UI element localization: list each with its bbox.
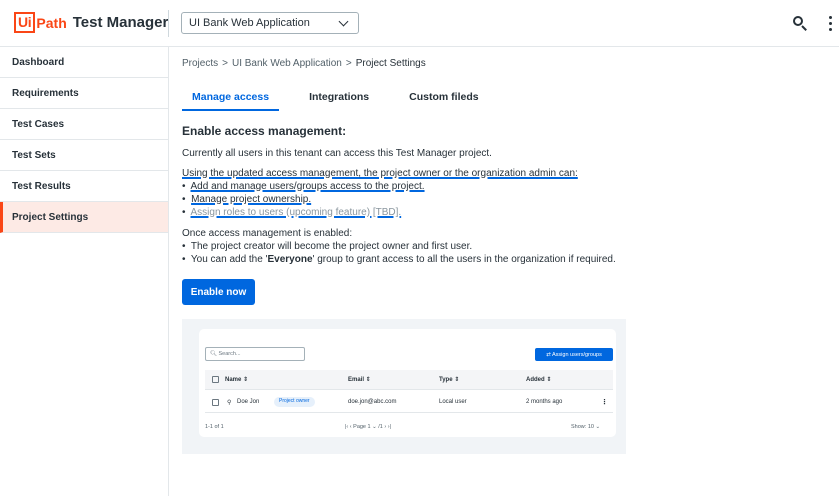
- preview-assign-button: ⇄ Assign users/groups: [535, 348, 613, 361]
- preview-table-header: Name ⇕ Email ⇕ Type ⇕ Added ⇕: [205, 370, 613, 390]
- once-bullet-text: You can add the 'Everyone' group to gran…: [190, 254, 616, 265]
- bullet-text: Assign roles to users (upcoming feature)…: [190, 207, 402, 218]
- column-header: Name ⇕: [225, 377, 249, 383]
- breadcrumb-projects[interactable]: Projects: [182, 58, 218, 69]
- tab-custom-fields[interactable]: Custom fileds: [399, 88, 488, 111]
- enable-now-button[interactable]: Enable now: [182, 279, 255, 305]
- app-name: Test Manager: [72, 14, 169, 31]
- bullet-text: Manage project ownership.: [191, 194, 312, 205]
- row-added: 2 months ago: [526, 399, 563, 405]
- sidebar: Dashboard Requirements Test Cases Test S…: [0, 47, 169, 496]
- once-bullet: • The project creator will become the pr…: [182, 241, 473, 252]
- sidebar-item-test-results[interactable]: Test Results: [0, 171, 168, 202]
- tab-manage-access[interactable]: Manage access: [182, 88, 280, 111]
- row-more-icon: ⋮: [601, 399, 608, 406]
- bullet-item: • Manage project ownership.: [182, 194, 312, 205]
- sidebar-item-test-cases[interactable]: Test Cases: [0, 109, 168, 140]
- preview-image: 🔍︎ Search... ⇄ Assign users/groups Name …: [182, 319, 626, 454]
- once-title: Once access management is enabled:: [182, 228, 353, 239]
- breadcrumb: Projects > UI Bank Web Application > Project…: [182, 58, 426, 69]
- checkbox-icon: [212, 399, 219, 406]
- owner-badge: Project owner: [274, 397, 315, 407]
- table-row: ⚲ Doe Jon Project owner doe.jon@abc.com …: [205, 393, 613, 413]
- everyone-emphasis: Everyone: [267, 254, 313, 265]
- bullet-item: • Add and manage users/groups access to …: [182, 181, 425, 192]
- settings-tabs: Manage access Integrations Custom fileds: [182, 88, 509, 111]
- uipath-logo[interactable]: Ui Path Test Manager: [14, 12, 168, 33]
- tab-integrations[interactable]: Integrations: [299, 88, 379, 111]
- section-heading: Enable access management:: [182, 124, 347, 138]
- row-name: Doe Jon: [237, 399, 260, 405]
- project-selector-value: UI Bank Web Application: [189, 17, 310, 29]
- column-header: Added ⇕: [526, 377, 552, 383]
- project-selector[interactable]: UI Bank Web Application: [181, 12, 359, 34]
- breadcrumb-current: Project Settings: [355, 58, 426, 69]
- preview-search-input: 🔍︎ Search...: [205, 347, 305, 361]
- row-type: Local user: [439, 399, 467, 405]
- sidebar-item-label: Test Sets: [12, 149, 56, 161]
- sidebar-item-label: Requirements: [12, 87, 79, 99]
- once-bullet: • You can add the 'Everyone' group to gr…: [182, 254, 616, 265]
- sidebar-item-dashboard[interactable]: Dashboard: [0, 47, 168, 78]
- once-bullet-text: The project creator will become the proj…: [190, 241, 473, 252]
- sidebar-item-label: Dashboard: [12, 56, 65, 68]
- sidebar-item-project-settings[interactable]: Project Settings: [0, 202, 168, 233]
- checkbox-icon: [212, 376, 219, 383]
- sidebar-item-label: Test Results: [12, 180, 71, 192]
- column-header: Email ⇕: [348, 377, 371, 383]
- logo-mark: Ui: [14, 12, 36, 33]
- user-icon: ⚲: [227, 400, 232, 406]
- column-header: Type ⇕: [439, 377, 460, 383]
- pagination-pager: |‹ ‹ Page 1 ⌄ /1 › ›|: [345, 424, 391, 430]
- row-email: doe.jon@abc.com: [348, 399, 397, 405]
- preview-search-placeholder: Search...: [218, 351, 241, 357]
- breadcrumb-separator: >: [222, 58, 228, 69]
- top-bar: Ui Path Test Manager UI Bank Web Applica…: [0, 0, 839, 47]
- breadcrumb-project[interactable]: UI Bank Web Application: [232, 58, 342, 69]
- intro-text: Currently all users in this tenant can a…: [182, 148, 492, 159]
- bullet-item: • Assign roles to users (upcoming featur…: [182, 207, 402, 218]
- updated-title: Using the updated access management, the…: [182, 168, 578, 179]
- preview-card: 🔍︎ Search... ⇄ Assign users/groups Name …: [199, 329, 616, 437]
- pagination-page-size: Show: 10 ⌄: [571, 424, 601, 430]
- search-icon[interactable]: [792, 15, 808, 31]
- sidebar-item-requirements[interactable]: Requirements: [0, 78, 168, 109]
- sidebar-item-label: Project Settings: [12, 211, 89, 223]
- header-divider: [168, 10, 169, 37]
- pagination-range: 1-1 of 1: [205, 424, 224, 430]
- breadcrumb-separator: >: [345, 58, 352, 69]
- sidebar-item-test-sets[interactable]: Test Sets: [0, 140, 168, 171]
- more-vertical-icon[interactable]: [828, 16, 834, 32]
- logo-path-text: Path: [36, 14, 67, 31]
- sidebar-item-label: Test Cases: [12, 118, 65, 130]
- chevron-down-icon: [338, 16, 349, 26]
- bullet-text: Add and manage users/groups access to th…: [190, 181, 425, 192]
